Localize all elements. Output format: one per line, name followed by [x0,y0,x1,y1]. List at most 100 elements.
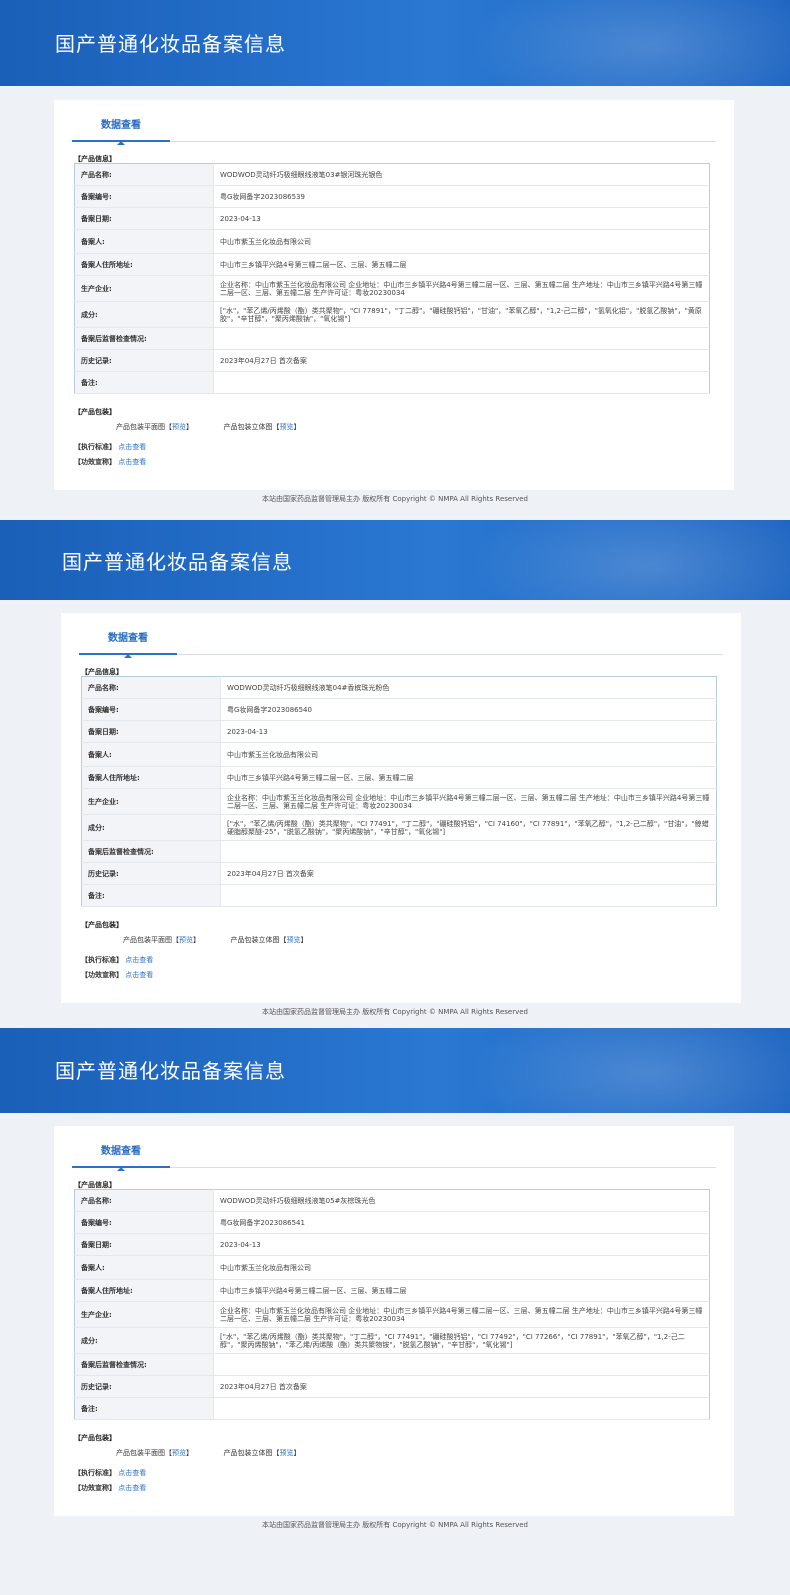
record-panel-1: 国产普通化妆品备案信息 数据查看 【产品信息】 产品名称: WODWOD灵动纤巧极… [0,0,790,520]
product-info-table: 产品名称: WODWOD灵动纤巧极细眼线液笔05#灰棕珠光色 备案编号: 粤G妆网备… [74,1189,710,1420]
field-label: 备案后监督检查情况: [74,1353,214,1376]
address-value: 中山市三乡镇平兴路4号第三幢二层一区、三层、第五幢二层 [213,253,710,276]
section-efficacy: 【功效宣称】 [74,458,116,466]
section-package: 【产品包装】 [81,921,123,929]
address-value: 中山市三乡镇平兴路4号第三幢二层一区、三层、第五幢二层 [213,1279,710,1302]
package-flat-label: 产品包装平面图 [116,423,165,431]
field-label: 成分: [81,814,221,841]
field-label: 备注: [74,1397,214,1420]
table-row: 备案日期: 2023-04-13 [81,720,717,743]
package-flat-preview-link[interactable]: 预览 [179,936,193,944]
package-flat-preview-link[interactable]: 预览 [172,1449,186,1457]
standard-row: 【执行标准】 点击查看 [81,955,153,965]
page: 国产普通化妆品备案信息 数据查看 【产品信息】 产品名称: WODWOD灵动纤巧极… [0,0,790,1595]
tab-data-view[interactable]: 数据查看 [72,112,170,145]
standard-view-link[interactable]: 点击查看 [125,956,153,964]
reg-no-value: 粤G妆网备字2023086540 [220,698,717,721]
table-row: 生产企业: 企业名称：中山市紫玉兰化妆品有限公司 企业地址：中山市三乡镇平兴路4号… [74,275,710,302]
table-row: 备案编号: 粤G妆网备字2023086539 [74,185,710,208]
history-value: 2023年04月27日 首次备案 [213,349,710,372]
field-label: 备案人: [74,229,214,254]
footer-copyright: 本站由国家药品监督管理局主办 版权所有 Copyright © NMPA All… [262,1521,528,1529]
table-row: 历史记录: 2023年04月27日 首次备案 [74,1375,710,1398]
field-label: 成分: [74,1327,214,1354]
table-row: 备注: [74,371,710,394]
field-label: 备案日期: [81,720,221,743]
field-label: 备案人住所地址: [74,1279,214,1302]
table-row: 产品名称: WODWOD灵动纤巧极细眼线液笔04#香槟珠光粉色 [81,676,717,699]
standard-row: 【执行标准】 点击查看 [74,1468,146,1478]
package-3d-preview-link[interactable]: 预览 [279,423,293,431]
table-row: 产品名称: WODWOD灵动纤巧极细眼线液笔03#银河珠光银色 [74,163,710,186]
product-name-value: WODWOD灵动纤巧极细眼线液笔04#香槟珠光粉色 [220,676,717,699]
package-3d-label: 产品包装立体图 [223,1449,273,1457]
field-label: 产品名称: [74,1189,214,1212]
efficacy-view-link[interactable]: 点击查看 [125,971,153,979]
standard-view-link[interactable]: 点击查看 [118,443,146,451]
reg-no-value: 粤G妆网备字2023086539 [213,185,710,208]
page-banner: 国产普通化妆品备案信息 [0,0,790,86]
page-title: 国产普通化妆品备案信息 [55,1059,286,1083]
table-row: 备案编号: 粤G妆网备字2023086540 [81,698,717,721]
inspection-value [220,840,717,863]
section-standard: 【执行标准】 [74,443,116,451]
field-label: 产品名称: [81,676,221,699]
package-flat-preview-link[interactable]: 预览 [172,423,186,431]
field-label: 历史记录: [74,349,214,372]
registrant-value: 中山市紫玉兰化妆品有限公司 [213,1255,710,1280]
package-3d-label: 产品包装立体图 [230,936,280,944]
table-row: 备注: [74,1397,710,1420]
inspection-value [213,1353,710,1376]
table-row: 备案编号: 粤G妆网备字2023086541 [74,1211,710,1234]
inspection-value [213,327,710,350]
efficacy-view-link[interactable]: 点击查看 [118,458,146,466]
package-images-row: 产品包装平面图【预览】 产品包装立体图【预览】 [116,1449,301,1457]
efficacy-row: 【功效宣称】 点击查看 [81,970,153,980]
field-label: 备注: [74,371,214,394]
package-3d-preview-link[interactable]: 预览 [279,1449,293,1457]
efficacy-row: 【功效宣称】 点击查看 [74,1483,146,1493]
field-label: 生产企业: [81,788,221,815]
table-row: 备案人: 中山市紫玉兰化妆品有限公司 [81,742,717,767]
table-row: 备案人: 中山市紫玉兰化妆品有限公司 [74,1255,710,1280]
record-panel-3: 国产普通化妆品备案信息 数据查看 【产品信息】 产品名称: WODWOD灵动纤巧极… [0,1028,790,1595]
page-banner: 国产普通化妆品备案信息 [0,520,790,600]
package-3d-preview-link[interactable]: 预览 [286,936,300,944]
reg-date-value: 2023-04-13 [213,1233,710,1256]
field-label: 产品名称: [74,163,214,186]
table-row: 备案日期: 2023-04-13 [74,207,710,230]
table-row: 生产企业: 企业名称：中山市紫玉兰化妆品有限公司 企业地址：中山市三乡镇平兴路4号… [81,788,717,815]
field-label: 备案人: [81,742,221,767]
package-images-row: 产品包装平面图【预览】 产品包装立体图【预览】 [116,423,301,431]
tab-bar: 数据查看 [72,1138,716,1171]
table-row: 备案后监督检查情况: [81,840,717,863]
field-label: 历史记录: [74,1375,214,1398]
field-label: 备注: [81,884,221,907]
address-value: 中山市三乡镇平兴路4号第三幢二层一区、三层、第五幢二层 [220,766,717,789]
table-row: 成分: ["水"，"苯乙烯/丙烯酸（酯）类共聚物"，"CI 77491"，"丁二醇… [81,814,717,841]
section-standard: 【执行标准】 [74,1469,116,1477]
field-label: 备案人住所地址: [74,253,214,276]
field-label: 备案日期: [74,207,214,230]
tab-data-view[interactable]: 数据查看 [72,1138,170,1171]
reg-date-value: 2023-04-13 [220,720,717,743]
section-standard: 【执行标准】 [81,956,123,964]
field-label: 备案人: [74,1255,214,1280]
field-label: 生产企业: [74,1301,214,1328]
table-row: 备案后监督检查情况: [74,327,710,350]
table-row: 备案人住所地址: 中山市三乡镇平兴路4号第三幢二层一区、三层、第五幢二层 [81,766,717,789]
manufacturer-value: 企业名称：中山市紫玉兰化妆品有限公司 企业地址：中山市三乡镇平兴路4号第三幢二层… [220,788,717,815]
table-row: 备案后监督检查情况: [74,1353,710,1376]
tab-data-view[interactable]: 数据查看 [79,625,177,658]
product-name-value: WODWOD灵动纤巧极细眼线液笔03#银河珠光银色 [213,163,710,186]
section-package: 【产品包装】 [74,1434,116,1442]
efficacy-view-link[interactable]: 点击查看 [118,1484,146,1492]
standard-row: 【执行标准】 点击查看 [74,442,146,452]
ingredients-value: ["水"，"苯乙烯/丙烯酸（酯）类共聚物"，"CI 77891"，"丁二醇"，"… [213,301,710,328]
remarks-value [213,1397,710,1420]
standard-view-link[interactable]: 点击查看 [118,1469,146,1477]
package-flat-label: 产品包装平面图 [123,936,172,944]
field-label: 备案后监督检查情况: [74,327,214,350]
tab-bar: 数据查看 [72,112,716,145]
field-label: 备案后监督检查情况: [81,840,221,863]
